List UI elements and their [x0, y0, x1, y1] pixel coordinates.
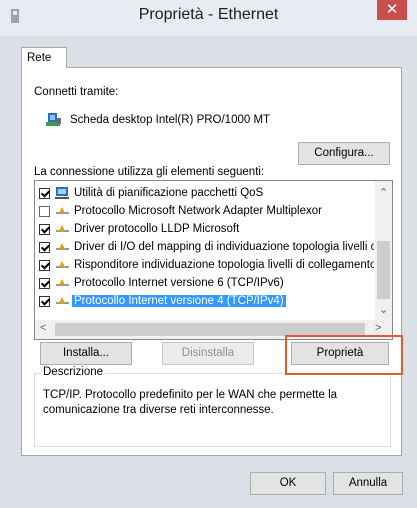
list-item[interactable]: Risponditore individuazione topologia li… — [35, 256, 374, 274]
network-adapter-icon — [46, 113, 61, 126]
item-checkbox[interactable] — [39, 241, 50, 253]
list-item[interactable]: Protocollo Microsoft Network Adapter Mul… — [35, 202, 374, 220]
window-title: Proprietà - Ethernet — [138, 6, 279, 23]
configure-button[interactable]: Configura... — [298, 142, 390, 165]
horizontal-scroll-thumb[interactable] — [55, 323, 365, 336]
item-label: Utilità di pianificazione pacchetti QoS — [74, 187, 264, 199]
protocol-icon — [56, 297, 69, 304]
protocol-icon — [56, 207, 69, 214]
item-label: Protocollo Microsoft Network Adapter Mul… — [74, 205, 322, 217]
horizontal-scrollbar[interactable]: < > — [35, 320, 392, 339]
list-item[interactable]: Utilità di pianificazione pacchetti QoS — [35, 184, 374, 202]
properties-dialog: Proprietà - Ethernet ✕ Rete Connetti tra… — [0, 0, 417, 508]
scroll-down-icon[interactable]: ⌄ — [379, 305, 388, 316]
description-group: Descrizione TCP/IP. Protocollo predefini… — [34, 366, 391, 447]
item-label: Protocollo Internet versione 4 (TCP/IPv4… — [72, 295, 286, 307]
ok-button[interactable]: OK — [250, 472, 326, 495]
item-checkbox[interactable] — [39, 205, 50, 217]
list-item[interactable]: Protocollo Internet versione 4 (TCP/IPv4… — [35, 292, 374, 310]
description-title: Descrizione — [41, 366, 106, 378]
item-checkbox[interactable] — [39, 295, 50, 307]
qos-scheduler-icon — [55, 187, 69, 199]
description-text: TCP/IP. Protocollo predefinito per le WA… — [43, 389, 338, 416]
tab-rete[interactable]: Rete — [21, 47, 67, 68]
adapter-row: Scheda desktop Intel(R) PRO/1000 MT — [46, 110, 270, 130]
item-label: Protocollo Internet versione 6 (TCP/IPv6… — [74, 277, 284, 289]
adapter-name: Scheda desktop Intel(R) PRO/1000 MT — [70, 114, 271, 126]
title-bar: Proprietà - Ethernet ✕ — [0, 0, 417, 36]
cancel-button[interactable]: Annulla — [333, 472, 403, 495]
protocol-icon — [56, 243, 69, 250]
item-label: Driver di I/O del mapping di individuazi… — [74, 241, 374, 253]
close-icon: ✕ — [385, 1, 399, 18]
scroll-right-icon[interactable]: > — [375, 323, 381, 334]
scroll-left-icon[interactable]: < — [40, 323, 46, 334]
close-button[interactable]: ✕ — [377, 0, 407, 20]
scroll-up-icon[interactable]: ⌃ — [379, 188, 388, 199]
vertical-scroll-thumb[interactable] — [377, 241, 390, 299]
install-button[interactable]: Installa... — [40, 342, 132, 365]
item-label: Driver protocollo LLDP Microsoft — [74, 223, 240, 235]
items-label: La connessione utilizza gli elementi seg… — [34, 166, 265, 178]
vertical-scrollbar[interactable]: ⌃ ⌄ — [375, 181, 392, 320]
item-checkbox[interactable] — [39, 223, 50, 235]
protocol-icon — [56, 279, 69, 286]
list-item[interactable]: Driver di I/O del mapping di individuazi… — [35, 238, 374, 256]
protocol-icon — [56, 225, 69, 232]
item-checkbox[interactable] — [39, 187, 50, 199]
connect-via-label: Connetti tramite: — [34, 86, 119, 98]
components-list[interactable]: Utilità di pianificazione pacchetti QoS P… — [34, 180, 393, 340]
item-checkbox[interactable] — [39, 259, 50, 271]
uninstall-button: Disinstalla — [162, 342, 254, 365]
list-item[interactable]: Protocollo Internet versione 6 (TCP/IPv6… — [35, 274, 374, 292]
components-list-items: Utilità di pianificazione pacchetti QoS P… — [35, 184, 374, 310]
item-label: Risponditore individuazione topologia li… — [74, 259, 374, 271]
list-item[interactable]: Driver protocollo LLDP Microsoft — [35, 220, 374, 238]
item-checkbox[interactable] — [39, 277, 50, 289]
properties-button[interactable]: Proprietà — [291, 342, 389, 365]
tab-panel: Connetti tramite: Scheda desktop Intel(R… — [21, 67, 402, 456]
protocol-icon — [56, 261, 69, 268]
